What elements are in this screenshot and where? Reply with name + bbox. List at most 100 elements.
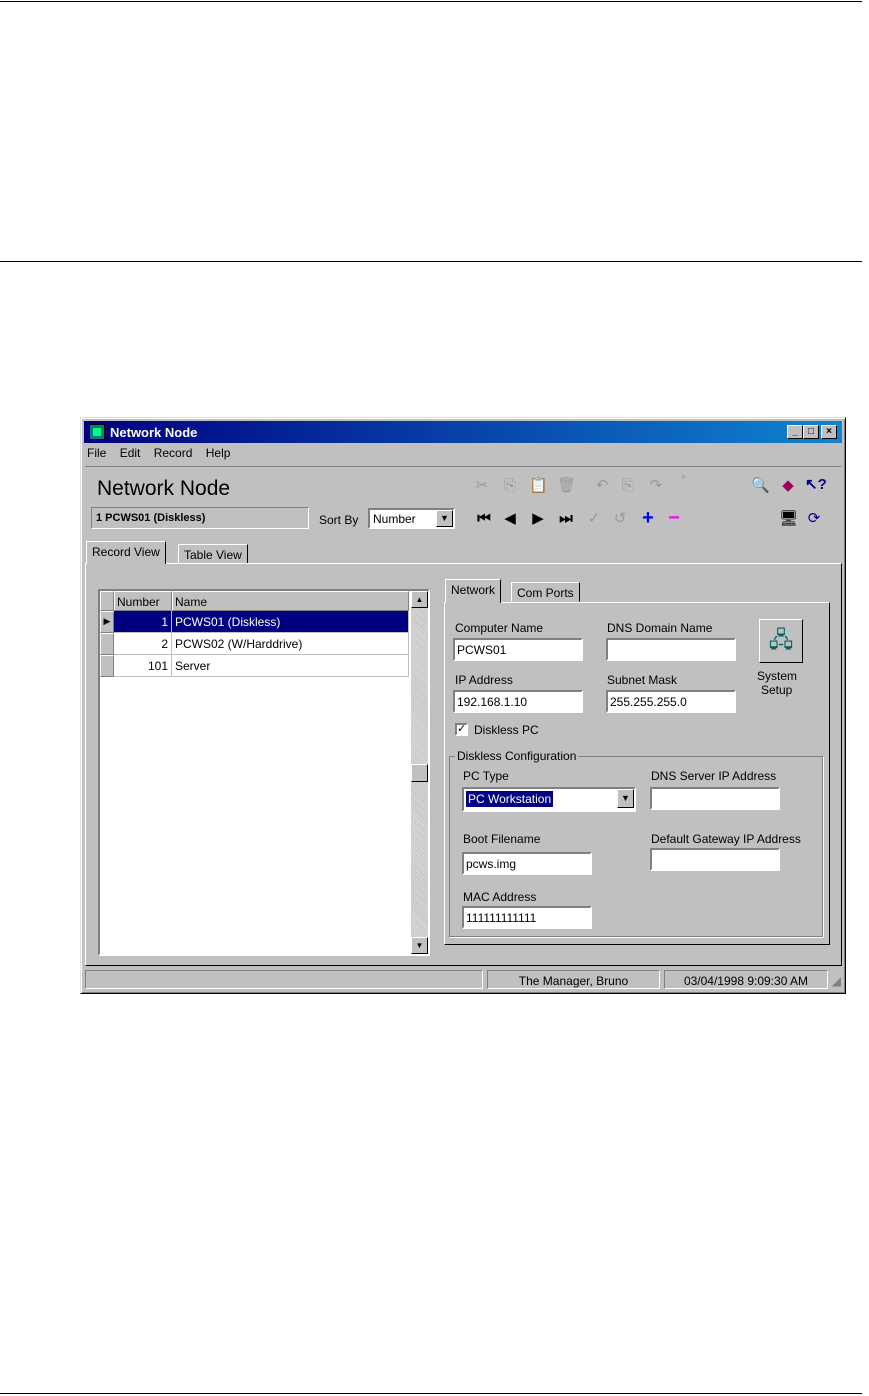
ip-address-label: IP Address <box>455 673 513 687</box>
prev-record-icon[interactable]: ◀ <box>501 511 519 527</box>
scroll-down-icon[interactable]: ▼ <box>411 937 428 954</box>
add-record-icon[interactable]: + <box>639 508 657 528</box>
minimize-button[interactable]: _ <box>787 425 803 439</box>
tab-network[interactable]: Network <box>445 579 502 603</box>
dns-server-label: DNS Server IP Address <box>651 769 777 783</box>
column-name-label: Name <box>175 595 208 609</box>
page-rule-upper <box>0 261 862 262</box>
tab-table-view[interactable]: Table View <box>178 544 248 564</box>
cut-icon[interactable]: ✂ <box>473 478 491 494</box>
table-row-name[interactable]: PCWS02 (W/Harddrive) <box>172 633 409 655</box>
app-icon[interactable] <box>89 424 105 440</box>
dns-domain-field[interactable] <box>606 638 736 661</box>
find-icon[interactable]: 🔍 <box>751 478 770 494</box>
table-row-number[interactable]: 1 <box>114 611 172 633</box>
resize-grip-icon[interactable]: ◢ <box>832 974 841 988</box>
table-row-number[interactable]: 101 <box>114 655 172 677</box>
pc-type-label: PC Type <box>463 769 509 783</box>
records-grid: Number Name ▶ 1 PCWS01 (Diskless) 2 PCWS… <box>98 589 430 956</box>
monitor-icon[interactable]: 🖥 <box>779 511 798 527</box>
table-row-name[interactable]: Server <box>172 655 409 677</box>
status-pane-main <box>85 970 483 989</box>
ip-address-field[interactable]: 192.168.1.10 <box>453 690 583 713</box>
tab-record-view[interactable]: Record View <box>86 541 166 564</box>
scroll-thumb[interactable] <box>411 764 428 782</box>
computer-name-field[interactable]: PCWS01 <box>453 638 583 661</box>
dns-server-field[interactable] <box>650 787 780 810</box>
boot-filename-label: Boot Filename <box>463 832 541 846</box>
system-setup-label-1: System <box>757 669 798 683</box>
diskless-config-label: Diskless Configuration <box>455 749 579 763</box>
status-bar: The Manager, Bruno 03/04/1998 9:09:30 AM… <box>84 968 842 990</box>
next-record-icon[interactable]: ▶ <box>529 511 547 527</box>
status-datetime: 03/04/1998 9:09:30 AM <box>664 970 828 989</box>
diskless-pc-label: Diskless PC <box>474 723 539 737</box>
mac-address-field[interactable]: 111111111111 <box>462 906 592 929</box>
tab-com-ports-label: Com Ports <box>517 586 574 600</box>
delete-icon[interactable]: 🗑 <box>557 478 576 494</box>
undo-icon[interactable]: ↶ <box>593 478 611 494</box>
column-header-number[interactable]: Number <box>114 591 172 611</box>
gateway-field[interactable] <box>650 848 780 871</box>
refresh-icon[interactable]: ⟳ <box>805 511 823 527</box>
chevron-down-icon[interactable]: ▼ <box>617 789 634 808</box>
redo-icon[interactable]: ↷ <box>647 478 665 494</box>
page-rule-bottom <box>0 1393 862 1394</box>
context-help-icon[interactable]: ↖? <box>805 477 827 493</box>
menu-bar: File Edit Record Help <box>87 446 240 464</box>
cancel-icon[interactable]: ↺ <box>611 511 629 527</box>
remove-record-icon[interactable]: − <box>665 508 683 528</box>
table-row-number[interactable]: 2 <box>114 633 172 655</box>
column-number-label: Number <box>117 595 160 609</box>
sort-by-select[interactable]: Number ▼ <box>368 508 455 529</box>
boot-filename-field[interactable]: pcws.img <box>462 852 592 875</box>
row-indicator[interactable] <box>100 633 114 655</box>
form-title: Network Node <box>97 477 231 500</box>
table-row-name[interactable]: PCWS01 (Diskless) <box>172 611 409 633</box>
sort-by-label: Sort By <box>319 513 359 527</box>
dns-domain-label: DNS Domain Name <box>607 621 713 635</box>
grid-scrollbar[interactable]: ▲ ▼ <box>411 591 428 954</box>
network-node-window: Network Node _ □ × File Edit Record Help… <box>80 417 846 994</box>
sort-by-value: Number <box>373 512 416 526</box>
pc-type-value: PC Workstation <box>464 790 555 808</box>
pc-type-select[interactable]: PC Workstation ▼ <box>462 787 636 812</box>
menu-help[interactable]: Help <box>206 446 231 460</box>
copy2-icon[interactable]: ⎘ <box>619 478 637 494</box>
subnet-mask-label: Subnet Mask <box>607 673 678 687</box>
diskless-pc-checkbox[interactable]: ✓ <box>455 723 468 736</box>
maximize-button[interactable]: □ <box>803 425 819 439</box>
window-title: Network Node <box>110 425 198 440</box>
row-indicator[interactable]: ▶ <box>100 611 114 633</box>
tab-com-ports[interactable]: Com Ports <box>511 582 580 602</box>
mac-address-label: MAC Address <box>463 890 537 904</box>
menu-edit[interactable]: Edit <box>120 446 141 460</box>
menu-record[interactable]: Record <box>154 446 193 460</box>
subnet-mask-field[interactable]: 255.255.255.0 <box>606 690 736 713</box>
help-book-icon[interactable]: ◆ <box>779 478 797 494</box>
paste-icon[interactable]: 📋 <box>529 478 548 494</box>
system-setup-button[interactable]: 🖧 <box>759 619 803 663</box>
copy-icon[interactable]: ⎘ <box>501 478 519 494</box>
grid-corner <box>100 591 114 611</box>
first-record-icon[interactable]: ⏮ <box>475 511 493 527</box>
tab-table-view-label: Table View <box>184 548 242 562</box>
edit-icon[interactable]: ✓ <box>585 511 603 527</box>
row-indicator[interactable] <box>100 655 114 677</box>
status-user: The Manager, Bruno <box>487 970 660 989</box>
computer-name-label: Computer Name <box>455 621 544 635</box>
title-bar[interactable]: Network Node _ □ × <box>84 421 842 443</box>
small-dot-icon[interactable]: ˚ <box>675 475 693 491</box>
page-rule-top <box>0 1 862 2</box>
tab-record-view-label: Record View <box>92 545 160 559</box>
current-record-display: 1 PCWS01 (Diskless) <box>91 507 309 529</box>
menu-file[interactable]: File <box>87 446 106 460</box>
column-header-name[interactable]: Name <box>172 591 409 611</box>
tab-network-label: Network <box>451 583 496 597</box>
chevron-down-icon[interactable]: ▼ <box>436 510 453 527</box>
network-computers-icon: 🖧 <box>768 627 794 652</box>
close-button[interactable]: × <box>821 425 837 439</box>
gateway-label: Default Gateway IP Address <box>651 832 801 846</box>
scroll-up-icon[interactable]: ▲ <box>411 591 428 608</box>
last-record-icon[interactable]: ⏭ <box>557 511 575 527</box>
